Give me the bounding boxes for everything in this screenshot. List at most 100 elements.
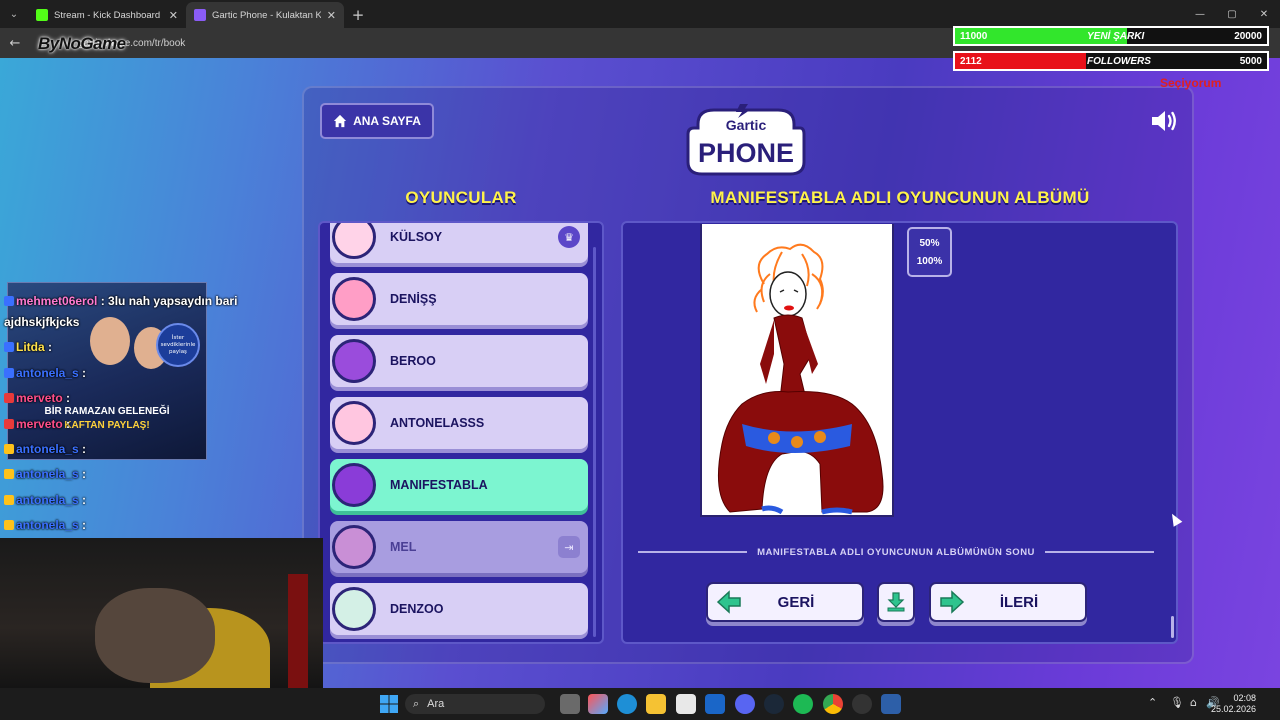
song-goal-label: YENİ ŞARKI [1087,30,1145,42]
kick-favicon-icon [36,9,48,21]
player-row-deniss[interactable]: DENİŞŞ [330,273,588,325]
windows-start-icon[interactable] [380,695,398,713]
back-arrow-icon[interactable]: ← [6,36,24,51]
microphone-icon[interactable]: 🎙 [1170,696,1184,709]
app-icon[interactable] [881,694,901,714]
tab-kick-dashboard[interactable]: Stream - Kick Dashboard ✕ [28,2,186,28]
chat-username: merveto [16,417,63,431]
search-icon: ⌕ [413,697,420,710]
edge-icon[interactable] [617,694,637,714]
close-window-icon[interactable]: ✕ [1248,0,1280,28]
player-name: KÜLSOY [390,230,443,244]
badge-icon [4,393,14,403]
tab-title: Gartic Phone - Kulaktan Kulağa [212,9,321,21]
player-row-mel[interactable]: MEL ⇥ [330,521,588,573]
download-button[interactable] [877,582,915,622]
home-button[interactable]: ANA SAYFA [320,103,434,139]
player-avatar [332,463,376,507]
home-button-label: ANA SAYFA [353,114,421,128]
arrow-right-icon [940,590,965,614]
crown-icon: ♛ [558,226,580,248]
spotify-icon[interactable] [793,694,813,714]
chat-username: antonela_s [16,467,79,481]
player-row-manifestabla[interactable]: MANIFESTABLA [330,459,588,511]
player-name: BEROO [390,354,436,368]
back-button-label: GERİ [777,593,815,611]
file-explorer-icon[interactable] [646,694,666,714]
followers-goal-target: 5000 [1239,55,1262,67]
badge-icon [4,296,14,306]
zoom-option-50[interactable]: 50% [919,238,939,249]
player-name: MEL [390,540,417,554]
chat-message: antonela_s : [4,467,86,481]
divider-line [638,551,748,553]
player-list: KÜLSOY ♛ DENİŞŞ BEROO ANTONELASSS MANIFE… [318,221,604,644]
taskbar-search[interactable]: ⌕ Ara [405,694,545,714]
outlook-icon[interactable] [705,694,725,714]
tab-list-button[interactable]: ⌄ [0,0,28,28]
copilot-icon[interactable] [588,694,608,714]
followers-goal-bar: 2112 FOLLOWERS 5000 [953,51,1269,71]
tab-gartic-phone[interactable]: Gartic Phone - Kulaktan Kulağa ✕ [186,2,344,28]
task-view-icon[interactable] [560,694,580,714]
minimize-icon[interactable]: — [1184,0,1216,28]
player-row-denzoo[interactable]: DENZOO [330,583,588,635]
chat-text: : [66,417,71,431]
player-avatar [332,587,376,631]
album-scrollbar[interactable] [1171,616,1174,638]
next-button-label: İLERİ [999,593,1039,611]
player-name: MANIFESTABLA [390,478,488,492]
back-button[interactable]: GERİ [706,582,864,622]
players-heading: OYUNCULAR [405,188,517,207]
steam-icon[interactable] [764,694,784,714]
webcam-feed [0,538,323,688]
chat-message: antonela_s : [4,442,86,456]
logo-bottom-text: PHONE [698,138,794,168]
close-tab-icon[interactable]: ✕ [169,9,178,22]
chat-message: merveto : [4,417,70,431]
obs-icon[interactable] [852,694,872,714]
song-goal-bar: 11000 YENİ ŞARKI 20000 [953,26,1269,46]
badge-icon [4,469,14,479]
player-list-scrollbar[interactable] [593,247,596,637]
close-tab-icon[interactable]: ✕ [327,9,336,22]
chat-message: antonela_s : [4,493,86,507]
player-row-beroo[interactable]: BEROO [330,335,588,387]
webcam-person-head [95,588,215,683]
chat-text: : [82,493,87,507]
taskbar-search-label: Ara [427,698,445,710]
discord-icon[interactable] [735,694,755,714]
sound-icon[interactable] [1150,108,1178,134]
windows-taskbar: ⌕ Ara ⌃ 🎙 ⌂ 🔊 02:08 25.02.2026 [0,688,1280,720]
player-row-antonelasss[interactable]: ANTONELASSS [330,397,588,449]
tray-chevron-icon[interactable]: ⌃ [1148,696,1157,709]
chrome-icon[interactable] [823,694,843,714]
player-name: DENZOO [390,602,444,616]
zoom-option-100[interactable]: 100% [917,256,943,267]
chat-username: antonela_s [16,518,79,532]
divider-line [1044,551,1154,553]
chat-text: : [82,518,87,532]
player-row-kulsoy[interactable]: KÜLSOY ♛ [330,223,588,263]
album-end-divider: MANIFESTABLA ADLI OYUNCUNUN ALBÜMÜNÜN SO… [638,546,1154,558]
badge-icon [4,444,14,454]
next-button[interactable]: İLERİ [929,582,1087,622]
chat-text: : [66,391,71,405]
clock-time: 02:08 [1233,693,1256,703]
new-tab-button[interactable]: + [344,2,372,28]
followers-goal-current: 2112 [960,55,982,67]
chat-message: antonela_s : [4,518,86,532]
download-icon [887,592,905,612]
network-icon[interactable]: ⌂ [1190,696,1197,709]
taskbar-clock[interactable]: 02:08 25.02.2026 [1211,693,1256,715]
chat-message: Litda : [4,340,52,354]
maximize-icon[interactable]: ▢ [1216,0,1248,28]
logo-top-text: Gartic [726,117,767,133]
chat-username: Litda [16,340,45,354]
browser-tab-bar: ⌄ Stream - Kick Dashboard ✕ Gartic Phone… [0,0,1280,28]
subscriber-tag: Seçiyorum [1160,76,1222,90]
player-avatar [332,401,376,445]
store-icon[interactable] [676,694,696,714]
ad-badge: İster sevdiklerinle paylaş [156,323,200,367]
chat-text: : [82,442,87,456]
